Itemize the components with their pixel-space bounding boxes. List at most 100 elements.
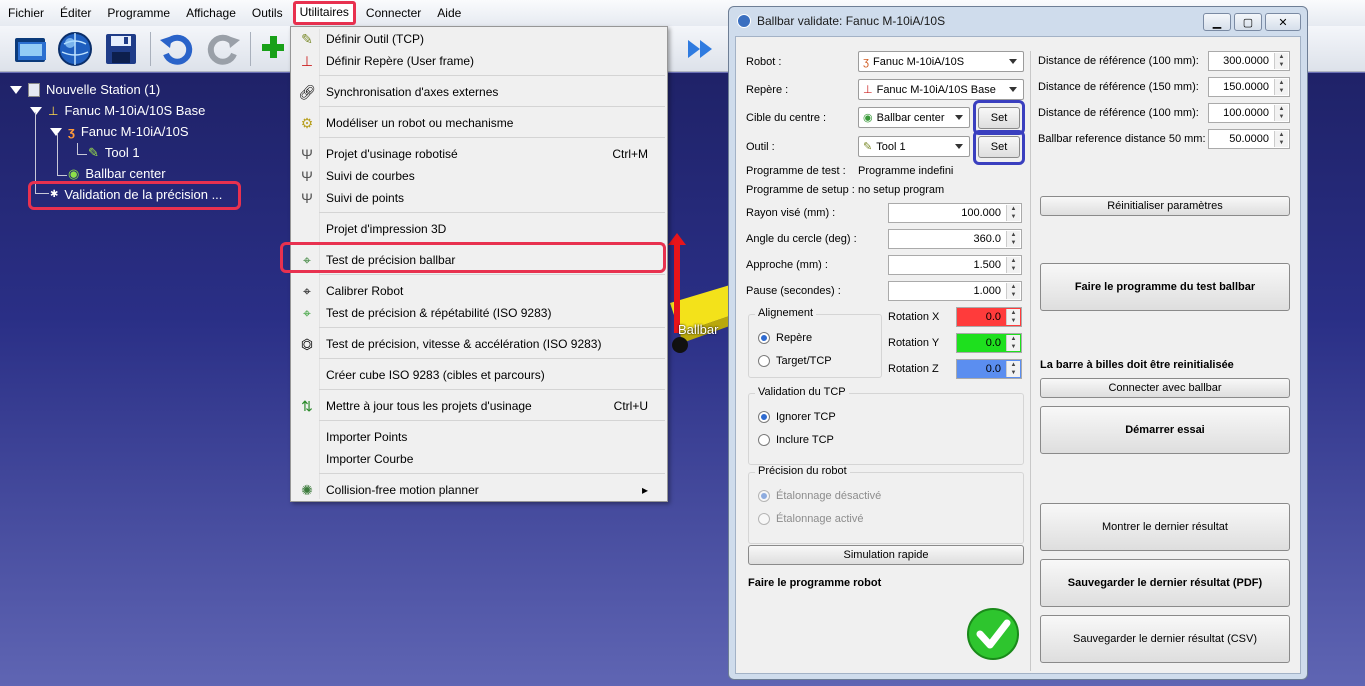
menu-item-iso-cube[interactable]: Créer cube ISO 9283 (cibles et parcours) bbox=[292, 364, 666, 386]
ref-distance-150-input[interactable]: 150.0000 ▲ ▼ bbox=[1208, 77, 1290, 97]
menu-item-point-follow[interactable]: Ψ Suivi de points bbox=[292, 187, 666, 209]
menu-item-calibrate[interactable]: ⌖ Calibrer Robot bbox=[292, 280, 666, 302]
menu-outils[interactable]: Outils bbox=[246, 2, 289, 24]
tree-item-robot[interactable]: ʒ Fanuc M-10iA/10S bbox=[50, 122, 189, 142]
connect-ballbar-button[interactable]: Connecter avec ballbar bbox=[1040, 378, 1290, 398]
ref-distance-50-input[interactable]: 50.0000 ▲ ▼ bbox=[1208, 129, 1290, 149]
save-csv-button[interactable]: Sauvegarder le dernier résultat (CSV) bbox=[1040, 615, 1290, 663]
rotation-z-input[interactable]: 0.0 ▲ ▼ bbox=[956, 359, 1022, 379]
globe-icon[interactable] bbox=[56, 30, 94, 68]
expand-triangle-icon[interactable] bbox=[50, 128, 62, 136]
menu-item-model-robot[interactable]: ⚙ Modéliser un robot ou mechanisme bbox=[292, 112, 666, 134]
ref-distance-100-label: Distance de référence (100 mm): bbox=[1038, 55, 1199, 67]
spin-arrows-icon[interactable]: ▲ ▼ bbox=[1274, 131, 1288, 147]
blank-icon bbox=[298, 366, 316, 384]
menu-item-import-points[interactable]: Importer Points bbox=[292, 426, 666, 448]
ballbar-dialog: Ballbar validate: Fanuc M-10iA/10S ▁ ▢ ✕… bbox=[728, 6, 1308, 680]
tree-item-station[interactable]: Nouvelle Station (1) bbox=[10, 80, 160, 100]
spin-arrows-icon[interactable]: ▲ ▼ bbox=[1006, 205, 1020, 221]
menu-aide[interactable]: Aide bbox=[431, 2, 467, 24]
setup-program-value: no setup program bbox=[858, 184, 945, 196]
add-icon[interactable] bbox=[256, 30, 294, 68]
center-target-select[interactable]: ◉ Ballbar center bbox=[858, 107, 970, 128]
close-button[interactable]: ✕ bbox=[1265, 13, 1301, 31]
menu-affichage[interactable]: Affichage bbox=[180, 2, 242, 24]
spin-arrows-icon[interactable]: ▲ ▼ bbox=[1274, 105, 1288, 121]
spin-arrows-icon[interactable]: ▲ ▼ bbox=[1274, 53, 1288, 69]
rotation-x-input[interactable]: 0.0 ▲ ▼ bbox=[956, 307, 1022, 327]
menu-item-3d-print[interactable]: Projet d'impression 3D bbox=[292, 218, 666, 240]
spin-arrows-icon[interactable]: ▲ ▼ bbox=[1006, 335, 1020, 351]
menu-item-machining[interactable]: Ψ Projet d'usinage robotisé Ctrl+M bbox=[292, 143, 666, 165]
tcp-include-radio[interactable]: Inclure TCP bbox=[758, 434, 834, 446]
start-test-button[interactable]: Démarrer essai bbox=[1040, 406, 1290, 454]
ref-distance-100-input[interactable]: 300.0000 ▲ ▼ bbox=[1208, 51, 1290, 71]
spin-arrows-icon[interactable]: ▲ ▼ bbox=[1006, 283, 1020, 299]
align-frame-radio[interactable]: Repère bbox=[758, 332, 812, 344]
show-last-result-button[interactable]: Montrer le dernier résultat bbox=[1040, 503, 1290, 551]
calibration-on-radio[interactable]: Étalonnage activé bbox=[758, 513, 863, 525]
chevron-down-icon bbox=[1009, 59, 1017, 64]
test-program-value: Programme indefini bbox=[858, 165, 954, 177]
rotation-y-label: Rotation Y bbox=[888, 337, 940, 349]
spin-arrows-icon[interactable]: ▲ ▼ bbox=[1274, 79, 1288, 95]
highlight-ballbar-item bbox=[280, 242, 666, 273]
save-pdf-button[interactable]: Sauvegarder le dernier résultat (PDF) bbox=[1040, 559, 1290, 607]
frame-icon: ⊥ bbox=[300, 52, 314, 69]
menu-item-iso-repeat[interactable]: ⌖ Test de précision & répétabilité (ISO 9… bbox=[292, 302, 666, 324]
submenu-arrow-icon: ▸ bbox=[641, 483, 648, 497]
menu-programme[interactable]: Programme bbox=[101, 2, 176, 24]
expand-triangle-icon[interactable] bbox=[30, 107, 42, 115]
reset-params-button[interactable]: Réinitialiser paramètres bbox=[1040, 196, 1290, 216]
quick-simulation-button[interactable]: Simulation rapide bbox=[748, 545, 1024, 565]
menu-item-import-curve[interactable]: Importer Courbe bbox=[292, 448, 666, 470]
align-target-radio[interactable]: Target/TCP bbox=[758, 355, 832, 367]
angle-input[interactable]: 360.0 ▲ ▼ bbox=[888, 229, 1022, 249]
tree-item-base[interactable]: ⊥ Fanuc M-10iA/10S Base bbox=[30, 101, 205, 121]
calibration-off-radio[interactable]: Étalonnage désactivé bbox=[758, 490, 881, 502]
tool-select[interactable]: ✎ Tool 1 bbox=[858, 136, 970, 157]
ballbar-label: Ballbar bbox=[678, 322, 719, 337]
frame-select[interactable]: ⊥ Fanuc M-10iA/10S Base bbox=[858, 79, 1024, 100]
spin-arrows-icon[interactable]: ▲ ▼ bbox=[1006, 257, 1020, 273]
pause-input[interactable]: 1.000 ▲ ▼ bbox=[888, 281, 1022, 301]
ref-distance-50-label: Ballbar reference distance 50 mm: bbox=[1038, 133, 1206, 145]
make-ballbar-program-button[interactable]: Faire le programme du test ballbar bbox=[1040, 263, 1290, 311]
spin-arrows-icon[interactable]: ▲ ▼ bbox=[1006, 361, 1020, 377]
tcp-ignore-radio[interactable]: Ignorer TCP bbox=[758, 411, 836, 423]
menu-utilitaires[interactable]: Utilitaires bbox=[292, 1, 356, 25]
spin-arrows-icon[interactable]: ▲ ▼ bbox=[1006, 309, 1020, 325]
menu-fichier[interactable]: Fichier bbox=[2, 2, 50, 24]
expand-triangle-icon[interactable] bbox=[10, 86, 22, 94]
robot-select[interactable]: ʒ Fanuc M-10iA/10S bbox=[858, 51, 1024, 72]
redo-icon[interactable] bbox=[204, 30, 242, 68]
menu-item-motion-planner[interactable]: ✺ Collision-free motion planner ▸ bbox=[292, 479, 666, 501]
close-icon: ✕ bbox=[1278, 16, 1288, 29]
radius-input[interactable]: 100.000 ▲ ▼ bbox=[888, 203, 1022, 223]
fast-forward-icon[interactable] bbox=[684, 30, 722, 68]
rotation-y-input[interactable]: 0.0 ▲ ▼ bbox=[956, 333, 1022, 353]
ref-distance-100b-input[interactable]: 100.0000 ▲ ▼ bbox=[1208, 103, 1290, 123]
menu-item-define-frame[interactable]: ⊥ Définir Repère (User frame) bbox=[292, 50, 666, 72]
approach-input[interactable]: 1.500 ▲ ▼ bbox=[888, 255, 1022, 275]
undo-icon[interactable] bbox=[158, 30, 196, 68]
tree-item-tool[interactable]: ✎ Tool 1 bbox=[88, 143, 140, 163]
mill-icon: Ψ bbox=[301, 190, 313, 206]
maximize-button[interactable]: ▢ bbox=[1234, 13, 1262, 31]
menu-item-define-tcp[interactable]: ✎ Définir Outil (TCP) bbox=[292, 28, 666, 50]
menu-editer[interactable]: Éditer bbox=[54, 2, 97, 24]
menu-item-update-machining[interactable]: ⇅ Mettre à jour tous les projets d'usinag… bbox=[292, 395, 666, 417]
open-folder-icon[interactable] bbox=[12, 30, 50, 68]
target-icon: ◉ bbox=[863, 112, 873, 124]
ballbar-reinit-notice: La barre à billes doit être reinitialisé… bbox=[1040, 359, 1234, 371]
menu-item-curve-follow[interactable]: Ψ Suivi de courbes bbox=[292, 165, 666, 187]
save-icon[interactable] bbox=[102, 30, 140, 68]
menu-item-sync-axes[interactable]: 🔗︎ Synchronisation d'axes externes bbox=[292, 81, 666, 103]
spin-arrows-icon[interactable]: ▲ ▼ bbox=[1006, 231, 1020, 247]
tree-label: Fanuc M-10iA/10S Base bbox=[64, 103, 206, 118]
frame-icon: ⊥ bbox=[48, 104, 59, 118]
menu-item-iso-speed[interactable]: ⏣ Test de précision, vitesse & accélérati… bbox=[292, 333, 666, 355]
menu-connecter[interactable]: Connecter bbox=[360, 2, 427, 24]
minimize-button[interactable]: ▁ bbox=[1203, 13, 1231, 31]
tcp-validation-title: Validation du TCP bbox=[755, 386, 849, 398]
